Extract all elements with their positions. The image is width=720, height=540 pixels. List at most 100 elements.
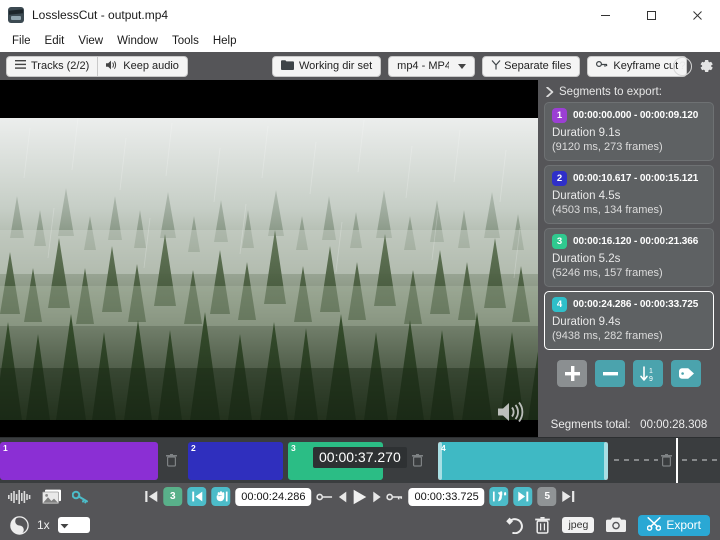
segments-list: 1 00:00:00.000 - 00:00:09.120 Duration 9… [544, 102, 714, 350]
segment-index-badge: 1 [552, 108, 567, 123]
skip-next-icon[interactable] [562, 490, 576, 503]
video-player[interactable] [0, 80, 538, 437]
segment-start-handle[interactable] [438, 442, 442, 480]
menu-tools[interactable]: Tools [165, 33, 206, 49]
working-dir-group: Working dir set [272, 55, 382, 77]
playback-rate-group: 1x [10, 515, 90, 535]
undo-icon[interactable] [503, 516, 524, 534]
export-options-group: Working dir set mp4 - MP4 Separate files [272, 55, 688, 77]
timeline-segment-4[interactable]: 4 [438, 442, 608, 480]
tracks-button[interactable]: Tracks (2/2) [6, 55, 98, 77]
current-segment-index[interactable]: 3 [163, 487, 183, 506]
tracks-label: Tracks (2/2) [31, 60, 90, 72]
svg-text:9: 9 [649, 376, 653, 382]
export-button[interactable]: Export [638, 514, 710, 536]
step-backward-icon[interactable] [339, 491, 348, 503]
skip-previous-icon[interactable] [144, 490, 158, 503]
timeline-playhead-time: 00:00:37.270 [313, 447, 407, 468]
timeline-gap-trash-icon-1[interactable] [166, 454, 177, 472]
segment-header: 4 00:00:24.286 - 00:00:33.725 [552, 297, 706, 312]
segment-header: 2 00:00:10.617 - 00:00:15.121 [552, 171, 706, 186]
keyframe-left-icon[interactable] [316, 492, 334, 502]
play-icon[interactable] [353, 489, 368, 505]
segment-frames: (9120 ms, 273 frames) [552, 141, 663, 153]
jump-to-cut-start-button[interactable] [187, 487, 207, 506]
thumbnails-icon[interactable] [42, 489, 62, 504]
timeline-segment-2[interactable]: 2 [188, 442, 283, 480]
waveform-icon[interactable] [8, 489, 32, 504]
segment-end-handle[interactable] [604, 442, 608, 480]
help-button[interactable]: ? [673, 56, 692, 76]
timeline-gap-trash-icon-3[interactable] [661, 454, 672, 472]
close-button[interactable] [674, 0, 720, 30]
segment-card-1[interactable]: 1 00:00:00.000 - 00:00:09.120 Duration 9… [544, 102, 714, 161]
output-format-select[interactable]: mp4 - MP4 [388, 55, 476, 77]
menu-file[interactable]: File [5, 33, 38, 49]
forest-image [0, 118, 538, 420]
tracks-audio-group: Tracks (2/2) Keep audio [6, 55, 188, 77]
key-icon[interactable] [72, 490, 89, 504]
segment-card-2[interactable]: 2 00:00:10.617 - 00:00:15.121 Duration 4… [544, 165, 714, 224]
segment-duration: Duration 5.2s [552, 253, 621, 265]
segment-duration: Duration 9.1s [552, 127, 621, 139]
window-controls [582, 0, 720, 30]
speaker-icon [106, 60, 118, 73]
step-forward-icon[interactable] [373, 491, 382, 503]
segment-card-3[interactable]: 3 00:00:16.120 - 00:00:21.366 Duration 5… [544, 228, 714, 287]
gear-icon[interactable] [698, 58, 714, 74]
segment-index-badge: 4 [552, 297, 567, 312]
film-clapper-icon [8, 7, 24, 23]
menu-window[interactable]: Window [110, 33, 165, 49]
chevron-down-icon [60, 516, 69, 534]
separate-files-button[interactable]: Separate files [482, 55, 581, 77]
maximize-button[interactable] [628, 0, 674, 30]
hamburger-icon [15, 60, 26, 72]
segments-total-value: 00:00:28.308 [640, 419, 708, 431]
add-segment-button[interactable] [557, 360, 587, 387]
label-segment-button[interactable] [671, 360, 701, 387]
menu-view[interactable]: View [71, 33, 110, 49]
separate-files-group: Separate files [482, 55, 581, 77]
keyframe-right-icon[interactable] [386, 492, 404, 502]
timeline-view-toggles [8, 489, 89, 504]
capture-format-button[interactable]: jpeg [562, 517, 595, 533]
segment-header: 1 00:00:00.000 - 00:00:09.120 [552, 108, 706, 123]
timeline[interactable]: 1 2 3 00:00:37.270 4 [0, 437, 720, 483]
sort-segments-button[interactable]: 19 [633, 360, 663, 387]
losslesscut-window: LosslessCut - output.mp4 File Edit View … [0, 0, 720, 540]
minimize-button[interactable] [582, 0, 628, 30]
remove-segment-button[interactable] [595, 360, 625, 387]
total-segments-count[interactable]: 5 [537, 487, 557, 506]
segment-frames: (5246 ms, 157 frames) [552, 267, 663, 279]
trash-icon[interactable] [535, 516, 551, 534]
timeline-gap-trash-icon-2[interactable] [412, 454, 423, 472]
segments-total: Segments total: 00:00:28.308 [544, 419, 714, 437]
output-format-label: mp4 - MP4 [397, 60, 450, 72]
timeline-segment-number: 1 [3, 443, 8, 453]
cut-end-time-field[interactable]: 00:00:33.725 [408, 487, 485, 506]
timeline-playhead[interactable] [676, 438, 678, 483]
segments-header[interactable]: Segments to export: [544, 84, 714, 102]
set-cut-start-button[interactable] [211, 487, 231, 506]
chevron-right-icon [546, 87, 554, 97]
playback-rate-select[interactable] [57, 516, 90, 534]
timeline-segment-1[interactable]: 1 [0, 442, 158, 480]
jump-to-cut-end-button[interactable] [513, 487, 533, 506]
camera-icon[interactable] [606, 517, 627, 533]
title-bar: LosslessCut - output.mp4 [0, 0, 720, 30]
cut-start-time-field[interactable]: 00:00:24.286 [235, 487, 312, 506]
segment-header: 3 00:00:16.120 - 00:00:21.366 [552, 234, 706, 249]
set-cut-end-button[interactable] [489, 487, 509, 506]
segments-total-label: Segments total: [550, 419, 631, 431]
timeline-segment-number: 2 [191, 443, 196, 453]
working-dir-button[interactable]: Working dir set [272, 55, 382, 77]
menu-edit[interactable]: Edit [38, 33, 72, 49]
chevron-down-icon [458, 60, 467, 72]
segments-header-label: Segments to export: [559, 86, 662, 98]
keep-audio-button[interactable]: Keep audio [97, 55, 188, 77]
yin-yang-icon[interactable] [10, 515, 29, 535]
format-group: mp4 - MP4 [388, 55, 476, 77]
segment-card-4[interactable]: 4 00:00:24.286 - 00:00:33.725 Duration 9… [544, 291, 714, 350]
volume-on-icon[interactable] [496, 400, 524, 429]
menu-help[interactable]: Help [206, 33, 244, 49]
